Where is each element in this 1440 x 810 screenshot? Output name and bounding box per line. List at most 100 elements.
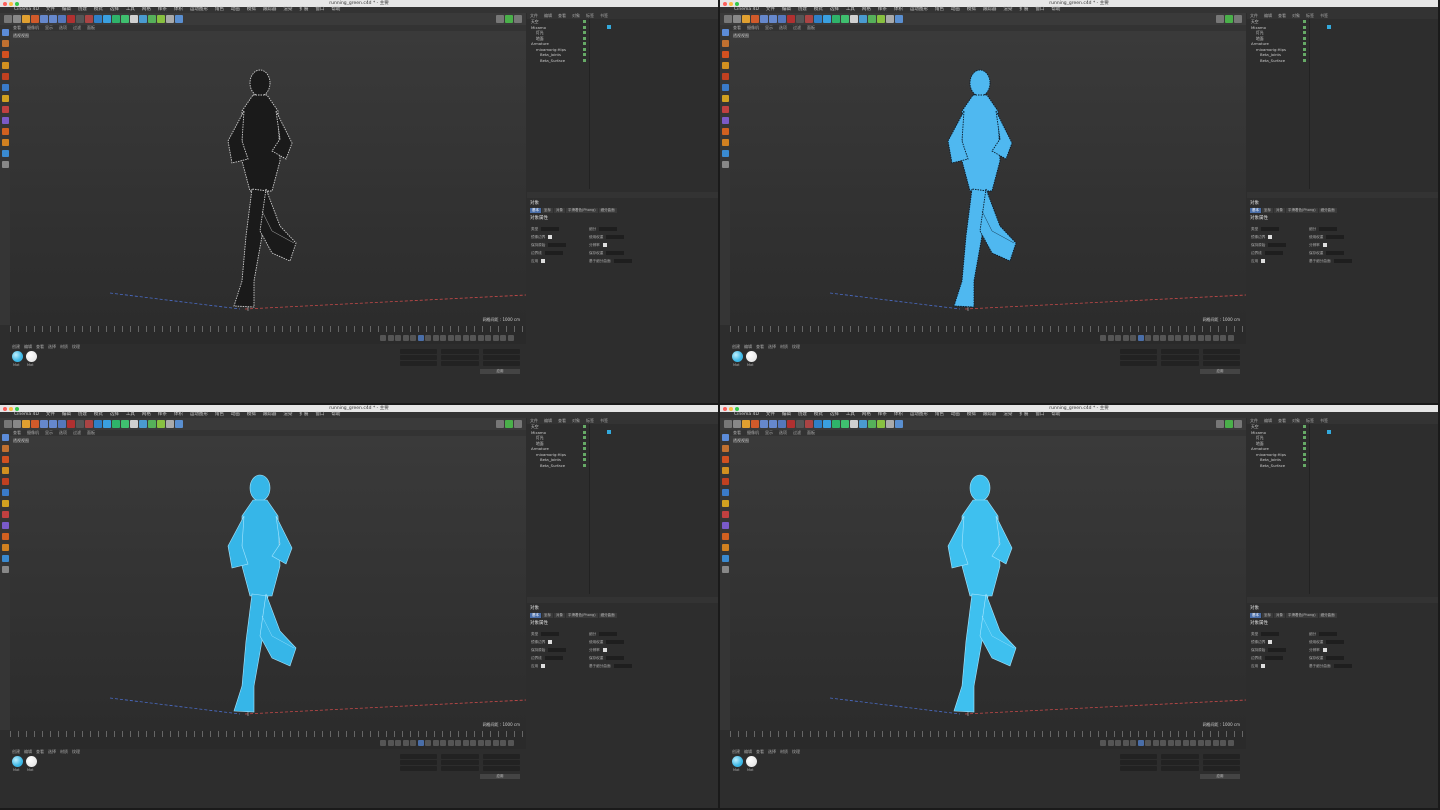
playback-button[interactable] — [1122, 335, 1129, 341]
toolbar-tool-icon[interactable] — [157, 420, 165, 428]
render-setting-icon[interactable] — [1216, 420, 1224, 428]
attribute-field[interactable]: 保存权重 — [589, 251, 625, 256]
menu-item[interactable]: 网格 — [862, 412, 871, 417]
playback-button[interactable] — [1107, 335, 1114, 341]
mode-tool-icon[interactable] — [1, 106, 9, 113]
attribute-field[interactable]: 类型 — [531, 632, 560, 637]
menu-item[interactable]: 创建 — [798, 7, 807, 12]
menu-item[interactable]: 窗口 — [1035, 412, 1044, 417]
object-manager-tab[interactable]: 文件 — [1250, 13, 1258, 18]
toolbar-tool-icon[interactable] — [166, 15, 174, 23]
attribute-tab[interactable]: 平滑着色(Phong) — [566, 613, 598, 618]
attribute-field[interactable]: 分辨率 — [1309, 648, 1327, 653]
playback-button[interactable] — [455, 335, 461, 341]
playback-button[interactable] — [1212, 740, 1219, 746]
playback-button[interactable] — [1137, 740, 1144, 746]
toolbar-tool-icon[interactable] — [841, 15, 849, 23]
object-manager-tab[interactable]: 标签 — [586, 13, 594, 18]
toolbar-tool-icon[interactable] — [760, 420, 768, 428]
visibility-check-icon[interactable] — [583, 53, 586, 56]
menu-item[interactable]: Cinema 4D — [734, 7, 759, 12]
mode-tool-icon[interactable] — [1, 500, 9, 507]
object-manager-tab[interactable]: 编辑 — [544, 418, 552, 423]
visibility-check-icon[interactable] — [583, 42, 586, 45]
material-swatch-white[interactable] — [26, 351, 37, 362]
mode-tool-icon[interactable] — [1, 434, 9, 441]
attribute-field[interactable]: 使用权重 — [1309, 640, 1345, 645]
toolbar-tool-icon[interactable] — [175, 15, 183, 23]
toolbar-tool-icon[interactable] — [868, 420, 876, 428]
runner-figure[interactable] — [947, 474, 1017, 713]
attribute-field[interactable]: 镜像边界 — [531, 640, 553, 645]
menu-item[interactable]: 体积 — [894, 412, 903, 417]
menu-item[interactable]: Cinema 4D — [734, 412, 759, 417]
playback-button[interactable] — [1152, 335, 1159, 341]
material-tag-icon[interactable] — [1327, 430, 1331, 434]
toolbar-tool-icon[interactable] — [31, 420, 39, 428]
object-row[interactable]: Beta_Surface — [1247, 58, 1438, 64]
menu-item[interactable]: 运动图形 — [190, 7, 208, 12]
visibility-check-icon[interactable] — [1303, 436, 1306, 439]
material-menu-item[interactable]: 编辑 — [744, 344, 752, 349]
menu-item[interactable]: 动画 — [231, 412, 240, 417]
menu-item[interactable]: 模式 — [94, 412, 103, 417]
toolbar-tool-icon[interactable] — [895, 420, 903, 428]
playback-button[interactable] — [1145, 740, 1151, 746]
viewport-menu-item[interactable]: 查看 — [733, 25, 741, 30]
mode-tool-icon[interactable] — [1, 84, 9, 91]
visibility-check-icon[interactable] — [583, 463, 586, 467]
menu-item[interactable]: 扩展 — [299, 412, 308, 417]
toolbar-tool-icon[interactable] — [886, 420, 894, 428]
playback-button[interactable] — [440, 740, 446, 746]
playback-button[interactable] — [1190, 740, 1196, 746]
render-setting-icon[interactable] — [1216, 15, 1224, 23]
playback-button[interactable] — [462, 335, 469, 341]
menu-item[interactable]: 体积 — [174, 7, 183, 12]
menu-item[interactable]: 角色 — [215, 7, 224, 12]
toolbar-tool-icon[interactable] — [832, 420, 840, 428]
viewport-menu-item[interactable]: 显示 — [765, 25, 773, 30]
material-tag-icon[interactable] — [607, 430, 611, 434]
playback-button[interactable] — [417, 335, 424, 341]
playback-button[interactable] — [500, 740, 506, 746]
attribute-tab[interactable]: 对象 — [1274, 613, 1285, 618]
toolbar-tool-icon[interactable] — [787, 15, 795, 23]
menu-item[interactable]: 文件 — [46, 412, 55, 417]
toolbar-tool-icon[interactable] — [121, 420, 129, 428]
menu-item[interactable]: 文件 — [46, 7, 55, 12]
playback-button[interactable] — [395, 335, 401, 341]
attribute-field[interactable]: 细分 — [1309, 227, 1338, 232]
material-menu-item[interactable]: 材质 — [780, 344, 788, 349]
mode-tool-icon[interactable] — [1, 467, 9, 474]
perspective-viewport[interactable]: 透视视图 网格间距 : 1000 cm — [730, 31, 1246, 326]
menu-item[interactable]: 编辑 — [62, 7, 71, 12]
attribute-tab[interactable]: 细分曲面 — [598, 613, 617, 618]
toolbar-tool-icon[interactable] — [112, 420, 120, 428]
perspective-viewport[interactable]: 透视视图 网格间距 : 1000 cm — [730, 436, 1246, 731]
playback-button[interactable] — [410, 740, 416, 746]
playback-button[interactable] — [1227, 335, 1234, 341]
viewport-menu-item[interactable]: 选项 — [59, 430, 67, 435]
visibility-check-icon[interactable] — [1303, 47, 1306, 51]
menu-item[interactable]: 样条 — [158, 412, 167, 417]
menu-item[interactable]: 扩展 — [299, 7, 308, 12]
viewport-menu-item[interactable]: 选项 — [779, 25, 787, 30]
material-tag-icon[interactable] — [607, 25, 611, 29]
attribute-tab[interactable]: 基本 — [530, 208, 541, 213]
visibility-check-icon[interactable] — [1303, 53, 1306, 56]
toolbar-tool-icon[interactable] — [868, 15, 876, 23]
playback-button[interactable] — [1160, 740, 1166, 746]
menu-item[interactable]: 渲染 — [1003, 7, 1012, 12]
material-swatch-white[interactable] — [746, 351, 757, 362]
attribute-tab[interactable]: 平滑着色(Phong) — [1286, 613, 1318, 618]
visibility-check-icon[interactable] — [1303, 447, 1306, 450]
attribute-field[interactable]: 细分 — [589, 227, 618, 232]
material-swatch-blue[interactable] — [732, 351, 743, 362]
object-manager-tab[interactable]: 文件 — [1250, 418, 1258, 423]
toolbar-tool-icon[interactable] — [796, 420, 804, 428]
menu-item[interactable]: 体积 — [894, 7, 903, 12]
menu-item[interactable]: 样条 — [878, 412, 887, 417]
toolbar-tool-icon[interactable] — [769, 420, 777, 428]
mode-tool-icon[interactable] — [721, 84, 729, 91]
menu-item[interactable]: 网格 — [862, 7, 871, 12]
